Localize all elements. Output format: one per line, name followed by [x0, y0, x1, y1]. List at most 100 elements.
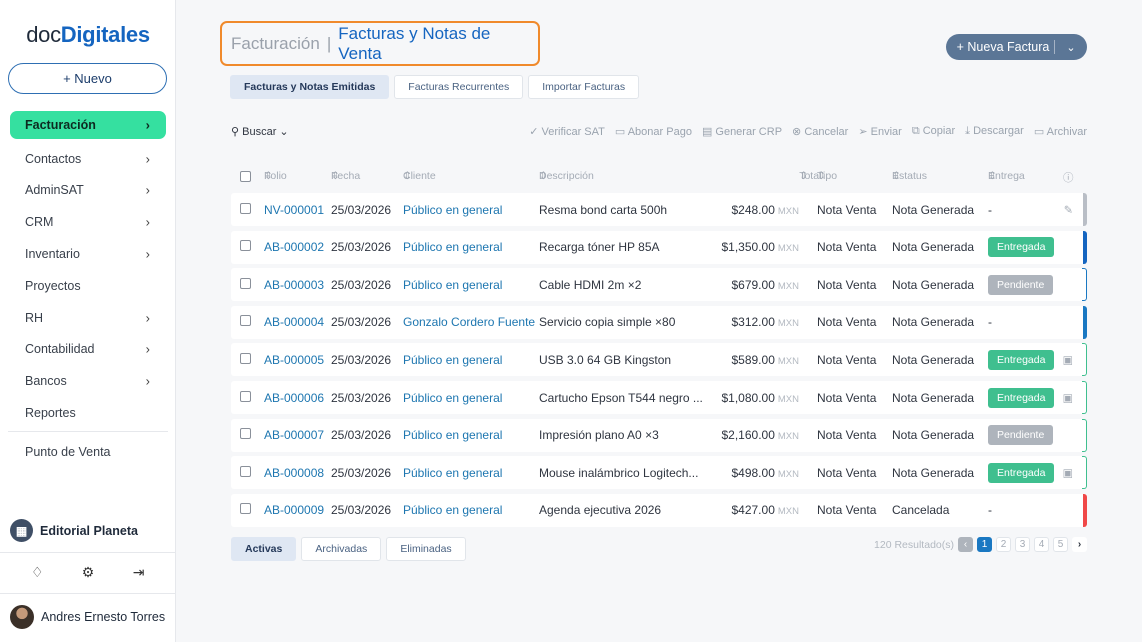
sidebar-item-contactos[interactable]: Contactos › [0, 143, 176, 175]
gear-icon[interactable]: ⚙ [78, 564, 98, 581]
col-total[interactable]: Total ⇕ [799, 170, 821, 182]
cell-total: $248.00 MXN [731, 203, 799, 217]
cell-folio[interactable]: AB-000007 [264, 428, 324, 442]
action-archivar[interactable]: ▭ Archivar [1034, 125, 1087, 138]
page-5[interactable]: 5 [1053, 537, 1068, 552]
action-descargar[interactable]: ⤓ Descargar [965, 125, 1024, 138]
cell-cliente[interactable]: Público en general [403, 353, 502, 367]
col-descripcion[interactable]: Descripción ⇕ [539, 170, 594, 182]
prev-page-button[interactable]: ‹ [958, 537, 973, 552]
status-tab-eliminadas[interactable]: Eliminadas [386, 537, 466, 561]
cell-folio[interactable]: AB-000004 [264, 315, 324, 329]
col-folio[interactable]: Folio ⇕ [264, 170, 287, 182]
chevron-down-icon[interactable]: ⌄ [1055, 41, 1087, 54]
sidebar-item-reportes[interactable]: Reportes [0, 397, 176, 429]
cell-folio[interactable]: AB-000006 [264, 391, 324, 405]
action-enviar[interactable]: ➢ Enviar [858, 125, 901, 138]
col-entrega[interactable]: Entrega ⇕ [988, 170, 1025, 182]
action-generar-crp[interactable]: ▤ Generar CRP [702, 125, 782, 138]
sidebar-item-inventario[interactable]: Inventario › [0, 238, 176, 270]
action-abonar-pago[interactable]: ▭ Abonar Pago [615, 125, 692, 138]
organization[interactable]: ▦ Editorial Planeta [10, 519, 138, 542]
row-checkbox[interactable] [240, 202, 251, 217]
col-cliente[interactable]: Cliente ⇕ [403, 170, 436, 182]
tab-1[interactable]: Facturas y Notas Emitidas [230, 75, 390, 99]
table-row[interactable]: AB-000005 25/03/2026 Público en general USB… [231, 343, 1087, 377]
cell-cliente[interactable]: Gonzalo Cordero Fuente [403, 315, 535, 329]
cell-cliente[interactable]: Público en general [403, 428, 502, 442]
row-checkbox[interactable] [240, 277, 251, 292]
ticket-icon[interactable]: ▣ [1063, 353, 1073, 366]
col-estatus[interactable]: Estatus ⇕ [892, 170, 927, 182]
page-4[interactable]: 4 [1034, 537, 1049, 552]
edit-icon[interactable]: ✎ [1064, 203, 1073, 216]
table-row[interactable]: AB-000009 25/03/2026 Público en general Age… [231, 493, 1087, 527]
cell-folio[interactable]: AB-000009 [264, 503, 324, 517]
status-badge: Pendiente [988, 425, 1054, 446]
table-row[interactable]: AB-000006 25/03/2026 Público en general Car… [231, 381, 1087, 414]
cell-folio[interactable]: AB-000002 [264, 240, 324, 254]
status-tab-activas[interactable]: Activas [231, 537, 297, 561]
row-checkbox[interactable] [240, 465, 251, 480]
cell-folio[interactable]: AB-000005 [264, 353, 324, 367]
row-checkbox[interactable] [240, 428, 251, 442]
bell-icon[interactable]: ♢ [27, 564, 47, 581]
row-checkbox[interactable] [240, 240, 251, 254]
ticket-icon[interactable]: ▣ [1063, 391, 1073, 404]
tab-2[interactable]: Facturas Recurrentes [394, 75, 524, 99]
page-1[interactable]: 1 [977, 537, 992, 552]
sidebar-item-contabilidad[interactable]: Contabilidad › [0, 334, 176, 366]
currency-label: MXN [777, 431, 799, 443]
row-checkbox[interactable] [240, 352, 251, 367]
table-row[interactable]: AB-000003 25/03/2026 Público en general Cab… [231, 268, 1087, 302]
tab-3[interactable]: Importar Facturas [528, 75, 640, 99]
sidebar-item-punto-de-venta[interactable]: Punto de Venta [0, 436, 176, 468]
action-cancelar[interactable]: ⊗ Cancelar [792, 125, 848, 138]
sidebar-item-crm[interactable]: CRM › [0, 206, 176, 238]
sidebar-item-facturacion[interactable]: Facturación › [10, 111, 166, 139]
row-checkbox[interactable] [240, 503, 251, 517]
cell-cliente[interactable]: Público en general [403, 203, 502, 217]
row-checkbox[interactable] [240, 390, 251, 405]
sidebar-item-proyectos[interactable]: Proyectos [0, 270, 176, 302]
action-copiar[interactable]: ⧉ Copiar [912, 125, 955, 138]
search-toggle[interactable]: ⚲ Buscar ⌄ [231, 125, 289, 138]
page-3[interactable]: 3 [1015, 537, 1030, 552]
cell-cliente[interactable]: Público en general [403, 240, 502, 254]
cell-tipo: Nota Venta [817, 428, 877, 443]
app-logo[interactable]: docDigitales [0, 22, 176, 48]
new-invoice-button[interactable]: + Nueva Factura ⌄ [946, 34, 1087, 60]
next-page-button[interactable]: › [1072, 537, 1087, 552]
cell-cliente[interactable]: Público en general [403, 391, 502, 405]
sidebar-item-bancos[interactable]: Bancos › [0, 365, 176, 397]
table-row[interactable]: NV-000001 25/03/2026 Público en general Res… [231, 193, 1087, 226]
logout-icon[interactable]: ⇥ [129, 564, 149, 581]
table-row[interactable]: AB-000007 25/03/2026 Público en general Imp… [231, 418, 1087, 452]
table-row[interactable]: AB-000002 25/03/2026 Público en general Rec… [231, 230, 1087, 264]
row-status-indicator [1083, 230, 1087, 264]
status-tab-archivadas[interactable]: Archivadas [301, 537, 382, 561]
cell-cliente[interactable]: Público en general [403, 278, 502, 292]
table-row[interactable]: AB-000008 25/03/2026 Público en general Mou… [231, 456, 1087, 490]
new-invoice-label[interactable]: + Nueva Factura [946, 40, 1055, 54]
info-icon[interactable]: ⓘ [1063, 170, 1074, 185]
sidebar-item-adminsat[interactable]: AdminSAT › [0, 175, 176, 207]
cell-folio[interactable]: AB-000003 [264, 278, 324, 292]
col-fecha[interactable]: Fecha ⇕ [331, 170, 360, 182]
row-checkbox[interactable] [240, 315, 251, 329]
cell-cliente[interactable]: Público en general [403, 466, 502, 480]
breadcrumb-parent[interactable]: Facturación [231, 34, 320, 54]
new-button[interactable]: + Nuevo [8, 63, 167, 94]
cell-cliente[interactable]: Público en general [403, 503, 502, 517]
select-all-checkbox[interactable] [240, 171, 251, 185]
table-row[interactable]: AB-000004 25/03/2026 Gonzalo Cordero Fuent… [231, 305, 1087, 339]
sidebar-item-rh[interactable]: RH › [0, 302, 176, 334]
cell-total: $498.00 MXN [731, 466, 799, 480]
col-tipo[interactable]: Tipo ⇕ [817, 170, 837, 182]
cell-folio[interactable]: AB-000008 [264, 466, 324, 480]
action-verificar-sat[interactable]: ✓ Verificar SAT [529, 125, 605, 138]
page-2[interactable]: 2 [996, 537, 1011, 552]
user-profile[interactable]: Andres Ernesto Torres [10, 605, 165, 629]
cell-folio[interactable]: NV-000001 [264, 203, 324, 217]
ticket-icon[interactable]: ▣ [1063, 466, 1073, 479]
